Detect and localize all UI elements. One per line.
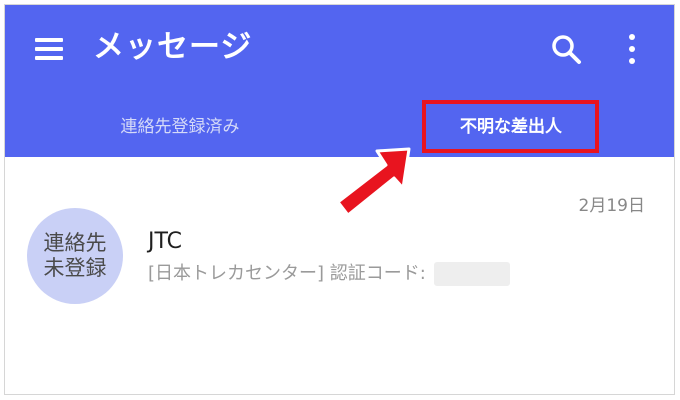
more-vert-icon[interactable] bbox=[627, 34, 637, 64]
screen-frame: メッセージ 連絡先登録済み 不明な差出人 2月19日 連絡先 未登録 JTC [… bbox=[4, 4, 675, 395]
annotation-highlight-box bbox=[422, 100, 599, 153]
search-icon[interactable] bbox=[549, 32, 583, 66]
message-date: 2月19日 bbox=[578, 196, 645, 216]
sender-name[interactable]: JTC bbox=[148, 227, 182, 257]
page-title: メッセージ bbox=[93, 29, 253, 65]
redacted-code-mask bbox=[433, 262, 510, 286]
avatar[interactable]: 連絡先 未登録 bbox=[27, 208, 123, 304]
avatar-line-2: 未登録 bbox=[43, 256, 107, 280]
tab-registered-contacts[interactable]: 連絡先登録済み bbox=[85, 105, 275, 149]
avatar-line-1: 連絡先 bbox=[43, 231, 107, 255]
annotation-arrow-icon bbox=[336, 147, 411, 217]
message-preview[interactable]: [日本トレカセンター] 認証コード: bbox=[148, 259, 510, 289]
menu-icon[interactable] bbox=[35, 38, 63, 60]
message-preview-text: [日本トレカセンター] 認証コード: bbox=[148, 263, 426, 284]
